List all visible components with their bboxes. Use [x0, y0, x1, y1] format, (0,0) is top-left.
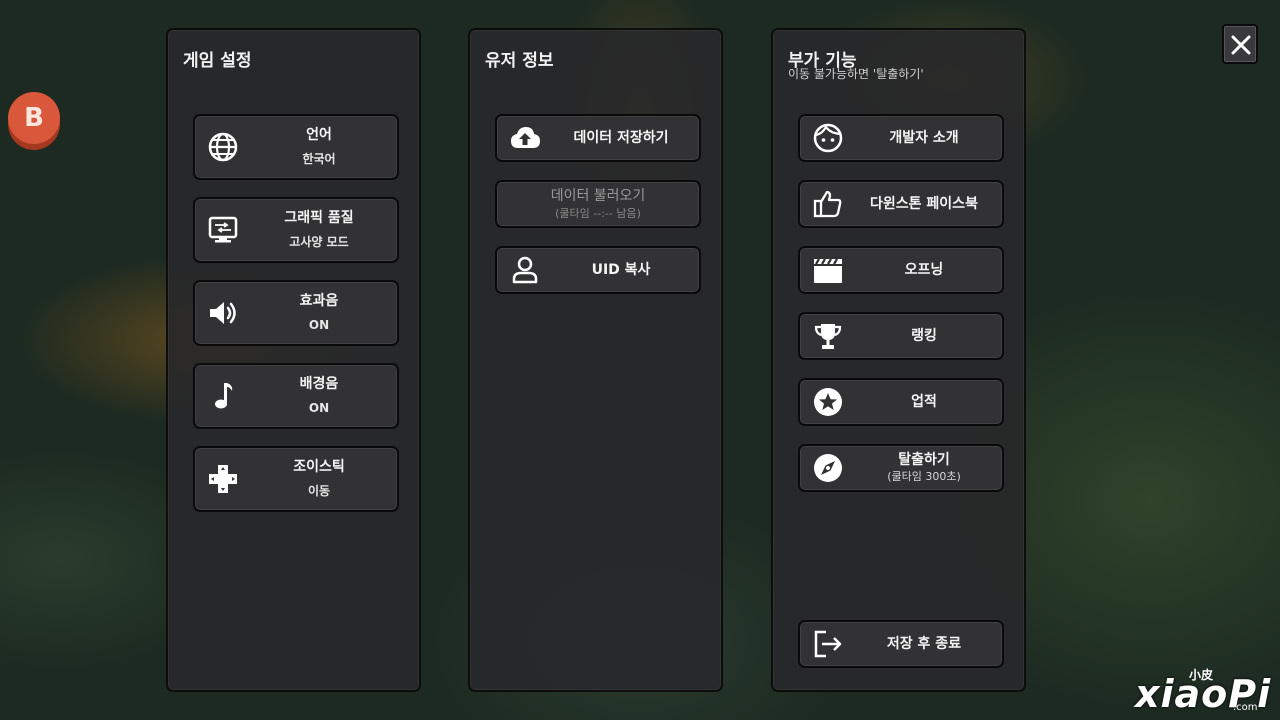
cloud-upload-icon [509, 122, 541, 154]
load-data-cooldown: (쿨타임 --:-- 남음) [555, 207, 641, 220]
load-data-button[interactable]: 데이터 불러오기 (쿨타임 --:-- 남음) [495, 180, 701, 228]
achievements-label: 업적 [911, 394, 937, 410]
music-note-icon [207, 380, 239, 412]
save-data-label: 데이터 저장하기 [573, 130, 669, 146]
sound-effects-value: ON [308, 318, 330, 332]
bgm-label: 배경음 [299, 376, 339, 392]
close-button[interactable] [1222, 24, 1258, 64]
globe-icon [207, 131, 239, 163]
user-info-title: 유저 정보 [485, 51, 554, 71]
achievements-button[interactable]: 업적 [798, 378, 1004, 426]
watermark: 小皮 xiaoPi .com [1135, 662, 1275, 718]
escape-label: 탈출하기 [898, 452, 950, 468]
thumbs-up-icon [812, 188, 844, 220]
b-badge-button[interactable]: B [8, 92, 60, 150]
escape-button[interactable]: 탈출하기 (쿨타임 300초) [798, 444, 1004, 492]
save-and-exit-button[interactable]: 저장 후 종료 [798, 620, 1004, 668]
graphics-quality-label: 그래픽 품질 [284, 210, 354, 226]
developer-intro-button[interactable]: 개발자 소개 [798, 114, 1004, 162]
load-data-label: 데이터 불러오기 [550, 188, 646, 204]
bgm-button[interactable]: 배경음 ON [193, 363, 399, 429]
user-info-panel: 유저 정보 데이터 저장하기 데이터 불러오기 (쿨타임 --:-- 남음) U… [468, 28, 723, 692]
escape-cooldown: (쿨타임 300초) [887, 470, 961, 483]
b-badge-label: B [8, 92, 60, 144]
facebook-button[interactable]: 다윈스톤 페이스북 [798, 180, 1004, 228]
dpad-icon [207, 463, 239, 495]
close-icon [1231, 35, 1251, 55]
compass-icon [812, 452, 844, 484]
watermark-domain: .com [1233, 702, 1258, 713]
game-settings-panel: 게임 설정 언어 한국어 그래픽 품질 고사양 모드 효과음 ON 배경음 ON… [166, 28, 421, 692]
face-icon [812, 122, 844, 154]
exit-icon [812, 628, 844, 660]
extra-features-panel: 부가 기능 이동 불가능하면 '탈출하기' 개발자 소개 다윈스톤 페이스북 오… [771, 28, 1026, 692]
sound-effects-button[interactable]: 효과음 ON [193, 280, 399, 346]
person-icon [509, 254, 541, 286]
language-button[interactable]: 언어 한국어 [193, 114, 399, 180]
joystick-label: 조이스틱 [293, 459, 345, 475]
save-data-button[interactable]: 데이터 저장하기 [495, 114, 701, 162]
graphics-quality-value: 고사양 모드 [289, 235, 349, 249]
bgm-value: ON [308, 401, 330, 415]
joystick-button[interactable]: 조이스틱 이동 [193, 446, 399, 512]
opening-button[interactable]: 오프닝 [798, 246, 1004, 294]
language-value: 한국어 [302, 152, 336, 166]
developer-intro-label: 개발자 소개 [889, 130, 959, 146]
copy-uid-button[interactable]: UID 복사 [495, 246, 701, 294]
ranking-button[interactable]: 랭킹 [798, 312, 1004, 360]
ranking-label: 랭킹 [911, 328, 937, 344]
clapperboard-icon [812, 254, 844, 286]
language-label: 언어 [306, 127, 332, 143]
facebook-label: 다윈스톤 페이스북 [870, 196, 978, 212]
opening-label: 오프닝 [904, 262, 944, 278]
star-badge-icon [812, 386, 844, 418]
copy-uid-label: UID 복사 [591, 262, 651, 278]
speaker-icon [207, 297, 239, 329]
save-and-exit-label: 저장 후 종료 [886, 636, 962, 652]
extra-features-subtitle: 이동 불가능하면 '탈출하기' [788, 67, 924, 81]
sound-effects-label: 효과음 [299, 293, 339, 309]
graphics-quality-button[interactable]: 그래픽 품질 고사양 모드 [193, 197, 399, 263]
game-settings-title: 게임 설정 [183, 51, 252, 71]
trophy-icon [812, 320, 844, 352]
joystick-value: 이동 [307, 484, 331, 498]
monitor-icon [207, 214, 239, 246]
